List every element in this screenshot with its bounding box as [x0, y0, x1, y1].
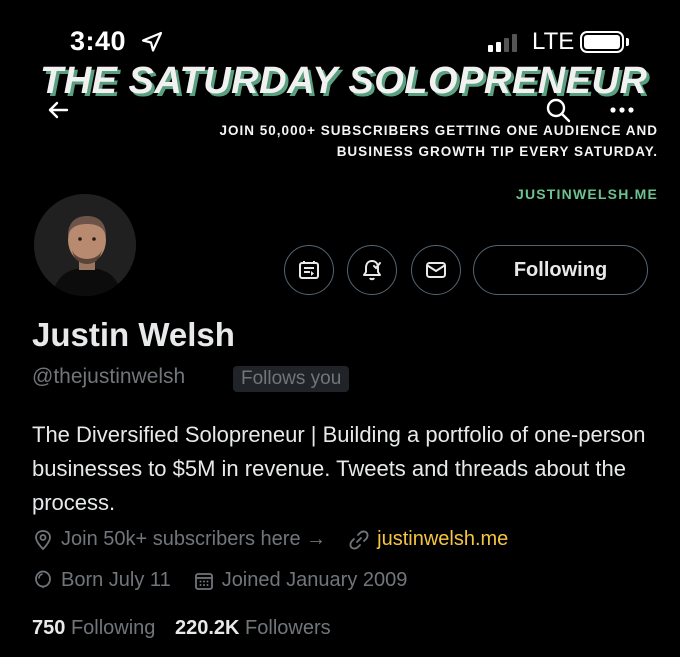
bell-check-icon: [363, 260, 381, 281]
website-item[interactable]: justinwelsh.me: [348, 528, 508, 551]
profile-meta-row: Join 50k+ subscribers here → justinwelsh…: [32, 528, 530, 551]
profile-name: Justin Welsh: [32, 316, 235, 353]
followers-stat[interactable]: 220.2K Followers: [175, 617, 331, 639]
more-options-button[interactable]: [604, 92, 640, 128]
profile-meta-row-2: Born July 11 Joined January 2009: [32, 569, 429, 592]
newsletter-icon: [299, 261, 319, 279]
birthday-text: Born July 11: [61, 569, 171, 591]
profile-photo-icon: [34, 194, 136, 296]
search-icon: [546, 98, 571, 123]
joined-text: Joined January 2009: [221, 569, 408, 591]
follows-you-badge: Follows you: [233, 366, 350, 392]
location-text: Join 50k+ subscribers here →: [61, 528, 327, 550]
battery-icon: [580, 31, 624, 53]
following-stat[interactable]: 750 Following: [32, 617, 155, 639]
following-stat-label: Following: [70, 617, 156, 639]
more-dots-icon: [610, 107, 634, 113]
joined-item: Joined January 2009: [193, 569, 408, 592]
back-button[interactable]: [40, 92, 76, 128]
balloon-icon: [35, 570, 51, 588]
birthday-item: Born July 11: [32, 569, 171, 592]
avatar[interactable]: [32, 192, 138, 298]
location-pin-icon: [35, 529, 51, 550]
banner-link: JUSTINWELSH.ME: [515, 186, 658, 202]
website-link[interactable]: justinwelsh.me: [377, 528, 508, 551]
newsletter-button[interactable]: [284, 245, 334, 295]
followers-count: 220.2K: [174, 617, 240, 639]
following-count: 750: [32, 617, 66, 639]
link-icon: [349, 530, 369, 549]
banner-subtitle: JOIN 50,000+ SUBSCRIBERS GETTING ONE AUD…: [219, 123, 658, 159]
calendar-icon: [194, 572, 213, 590]
cellular-signal-icon: [488, 34, 517, 52]
notifications-button[interactable]: [347, 245, 397, 295]
location-item: Join 50k+ subscribers here →: [32, 528, 326, 551]
network-type: LTE: [532, 28, 575, 55]
profile-bio: The Diversified Solopreneur | Building a…: [32, 422, 646, 515]
search-button[interactable]: [540, 92, 576, 128]
message-button[interactable]: [411, 245, 461, 295]
location-arrow-icon: [141, 31, 163, 52]
profile-stats: 750 Following 220.2K Followers: [32, 617, 345, 640]
back-arrow-icon: [48, 101, 69, 119]
envelope-icon: [426, 262, 446, 278]
following-button[interactable]: Following: [473, 245, 648, 295]
profile-handle: @thejustinwelsh: [32, 365, 186, 388]
followers-stat-label: Followers: [245, 617, 331, 639]
status-time: 3:40: [70, 26, 127, 56]
